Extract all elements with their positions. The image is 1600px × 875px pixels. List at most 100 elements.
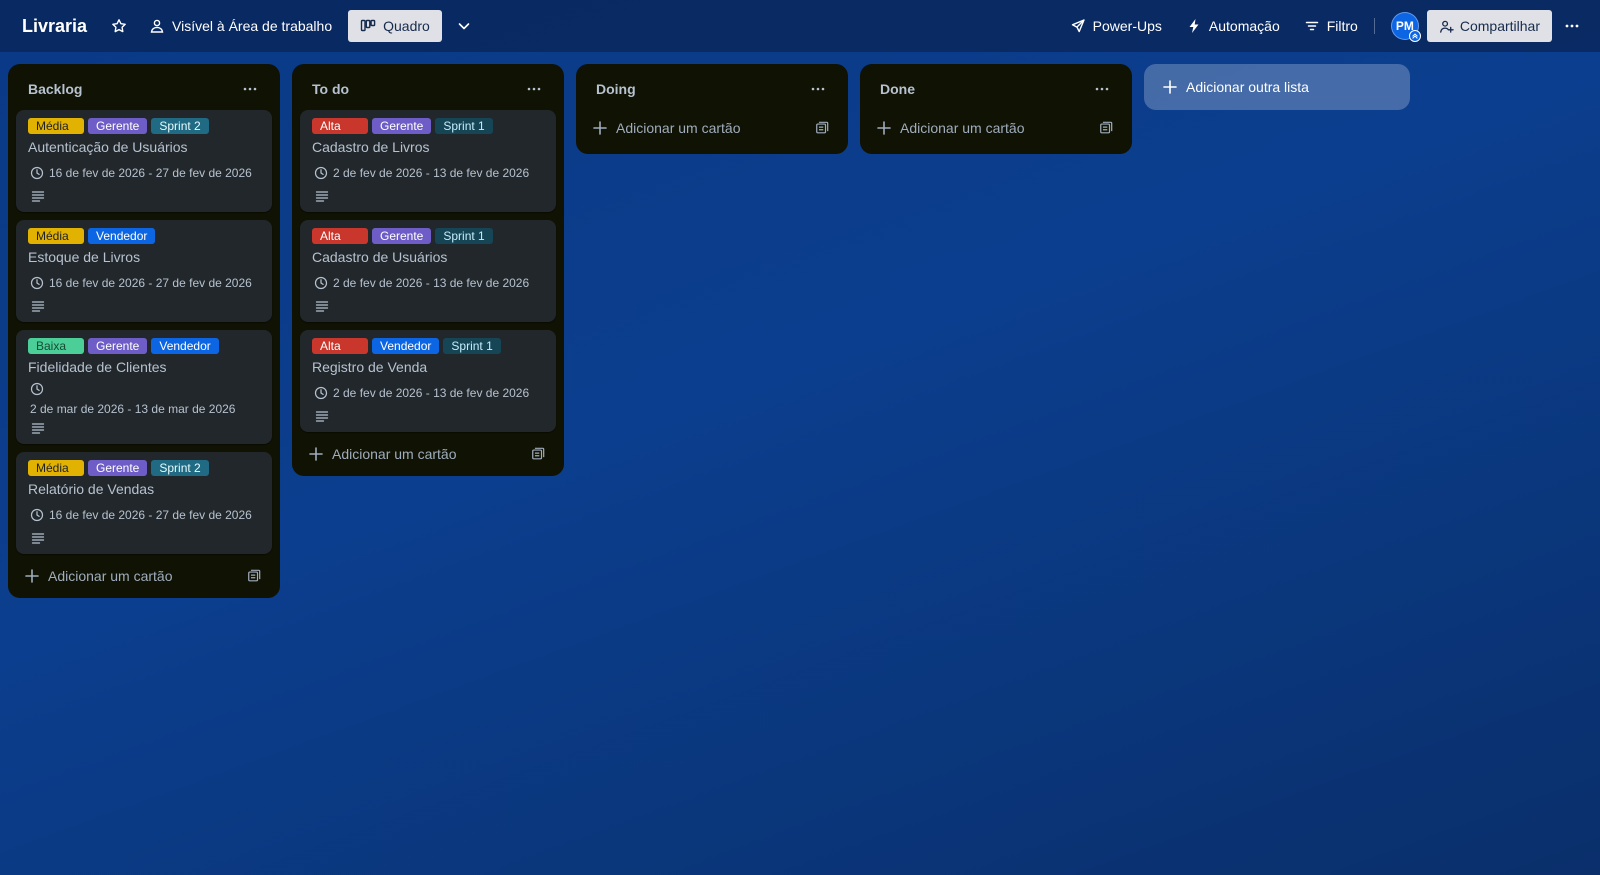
list-menu-button[interactable] (1088, 75, 1116, 103)
card-labels: Alta Gerente Sprint 1 (312, 118, 544, 134)
list-title[interactable]: Done (880, 81, 915, 97)
label-role[interactable]: Vendedor (88, 228, 156, 244)
label-sprint[interactable]: Sprint 1 (435, 118, 493, 134)
due-date-badge[interactable]: 2 de fev de 2026 - 13 de fev de 2026 (312, 382, 531, 404)
due-date-badge[interactable]: 16 de fev de 2026 - 27 de fev de 2026 (28, 162, 254, 184)
powerups-label: Power-Ups (1092, 18, 1162, 34)
card-list: Alta Gerente Sprint 1 Cadastro de Livros… (300, 110, 556, 432)
list-menu-button[interactable] (520, 75, 548, 103)
list-backlog: Backlog Média Gerente Sprint 2 Autentica… (8, 64, 280, 598)
create-from-template-button[interactable] (808, 114, 836, 142)
list-header: Doing (584, 64, 840, 110)
view-switcher-button[interactable] (448, 10, 480, 42)
powerups-button[interactable]: Power-Ups (1060, 10, 1172, 42)
list-done: Done Adicionar um cartão (860, 64, 1132, 154)
visibility-label: Visível à Área de trabalho (172, 18, 333, 34)
visibility-button[interactable]: Visível à Área de trabalho (139, 10, 342, 42)
add-card-button[interactable]: Adicionar um cartão (592, 120, 741, 136)
lightning-icon (1189, 19, 1199, 33)
create-from-template-button[interactable] (240, 562, 268, 590)
card[interactable]: Alta Gerente Sprint 1 Cadastro de Livros… (300, 110, 556, 212)
automation-button[interactable]: Automação (1176, 10, 1290, 42)
card-badges: 16 de fev de 2026 - 27 de fev de 2026 (28, 272, 260, 294)
share-label: Compartilhar (1459, 18, 1540, 34)
due-date-badge[interactable]: 2 de fev de 2026 - 13 de fev de 2026 (312, 162, 531, 184)
card-badges: 2 de fev de 2026 - 13 de fev de 2026 (312, 272, 544, 294)
board-title[interactable]: Livraria (20, 12, 89, 41)
create-from-template-button[interactable] (524, 440, 552, 468)
card[interactable]: Média Vendedor Estoque de Livros 16 de f… (16, 220, 272, 322)
label-priority[interactable]: Média (28, 118, 84, 134)
list-title[interactable]: Doing (596, 81, 636, 97)
label-priority[interactable]: Alta (312, 118, 368, 134)
label-sprint[interactable]: Sprint 1 (443, 338, 501, 354)
label-priority[interactable]: Média (28, 228, 84, 244)
add-card-button[interactable]: Adicionar um cartão (24, 568, 173, 584)
due-date-badge[interactable]: 2 de mar de 2026 - 13 de mar de 2026 (28, 382, 256, 416)
description-icon (31, 301, 45, 312)
list-footer: Adicionar um cartão (16, 554, 272, 590)
header-actions: Power-Ups Automação Filtro PM Compartilh… (1060, 10, 1588, 42)
list-menu-button[interactable] (804, 75, 832, 103)
add-card-button[interactable]: Adicionar um cartão (876, 120, 1025, 136)
add-list-button[interactable]: Adicionar outra lista (1144, 64, 1410, 110)
due-date-text: 2 de fev de 2026 - 13 de fev de 2026 (333, 166, 530, 180)
due-date-badge[interactable]: 16 de fev de 2026 - 27 de fev de 2026 (28, 272, 254, 294)
list-title[interactable]: To do (312, 81, 349, 97)
label-role[interactable]: Gerente (372, 118, 432, 134)
add-card-button[interactable]: Adicionar um cartão (308, 446, 457, 462)
card-badges: 2 de fev de 2026 - 13 de fev de 2026 (312, 162, 544, 184)
label-priority[interactable]: Alta (312, 338, 368, 354)
clock-icon (30, 508, 44, 522)
board-menu-button[interactable] (1556, 10, 1588, 42)
clock-icon (314, 166, 328, 180)
card-labels: Alta Gerente Sprint 1 (312, 228, 544, 244)
label-sprint[interactable]: Sprint 1 (435, 228, 493, 244)
plus-icon (877, 121, 891, 135)
label-role[interactable]: Vendedor (151, 338, 219, 354)
label-priority[interactable]: Média (28, 460, 84, 476)
label-sprint[interactable]: Sprint 2 (151, 118, 209, 134)
due-date-badge[interactable]: 2 de fev de 2026 - 13 de fev de 2026 (312, 272, 531, 294)
more-horizontal-icon (1565, 24, 1579, 28)
clock-icon (30, 166, 44, 180)
description-icon (315, 191, 329, 202)
filter-label: Filtro (1326, 18, 1358, 34)
label-role[interactable]: Gerente (88, 460, 148, 476)
description-icon (315, 301, 329, 312)
star-button[interactable] (103, 10, 135, 42)
member-avatar[interactable]: PM (1390, 12, 1421, 42)
template-icon (532, 447, 545, 460)
label-role[interactable]: Gerente (88, 338, 148, 354)
card[interactable]: Baixa Gerente Vendedor Fidelidade de Cli… (16, 330, 272, 444)
label-role[interactable]: Gerente (372, 228, 432, 244)
clock-icon (30, 276, 44, 290)
filter-icon (1305, 21, 1318, 31)
label-priority[interactable]: Baixa (28, 338, 84, 354)
rocket-icon (1071, 19, 1085, 33)
card[interactable]: Alta Vendedor Sprint 1 Registro de Venda… (300, 330, 556, 432)
share-button[interactable]: Compartilhar (1426, 10, 1552, 42)
label-priority[interactable]: Alta (312, 228, 368, 244)
card[interactable]: Alta Gerente Sprint 1 Cadastro de Usuári… (300, 220, 556, 322)
card[interactable]: Média Gerente Sprint 2 Autenticação de U… (16, 110, 272, 212)
list-menu-button[interactable] (236, 75, 264, 103)
card-badges: 2 de mar de 2026 - 13 de mar de 2026 (28, 382, 260, 416)
label-role[interactable]: Vendedor (372, 338, 440, 354)
card-badges: 2 de fev de 2026 - 13 de fev de 2026 (312, 382, 544, 404)
description-icon (31, 533, 45, 544)
list-doing: Doing Adicionar um cartão (576, 64, 848, 154)
template-icon (1100, 121, 1113, 134)
more-horizontal-icon (243, 87, 257, 91)
label-sprint[interactable]: Sprint 2 (151, 460, 209, 476)
card[interactable]: Média Gerente Sprint 2 Relatório de Vend… (16, 452, 272, 554)
due-date-text: 2 de fev de 2026 - 13 de fev de 2026 (333, 276, 530, 290)
list-header: Backlog (16, 64, 272, 110)
create-from-template-button[interactable] (1092, 114, 1120, 142)
list-title[interactable]: Backlog (28, 81, 82, 97)
filter-button[interactable]: Filtro (1294, 10, 1368, 42)
label-role[interactable]: Gerente (88, 118, 148, 134)
card-title: Fidelidade de Clientes (28, 359, 167, 375)
board-view-button[interactable]: Quadro (348, 10, 442, 42)
due-date-badge[interactable]: 16 de fev de 2026 - 27 de fev de 2026 (28, 504, 254, 526)
